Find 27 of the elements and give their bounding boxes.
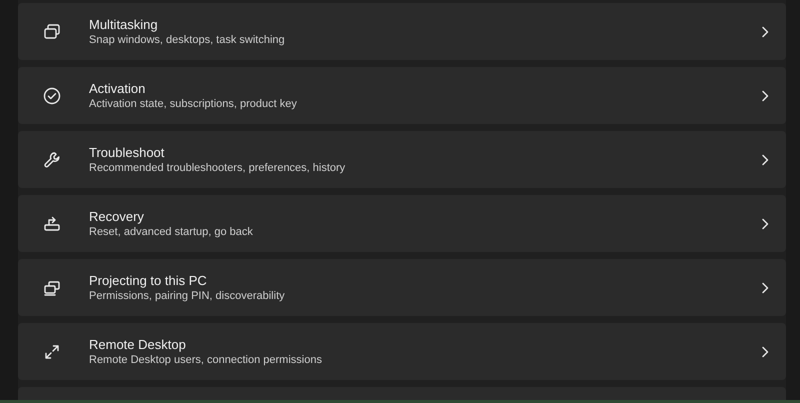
item-description: Reset, advanced startup, go back — [89, 224, 254, 240]
settings-item[interactable]: Troubleshoot Recommended troubleshooters, preferences, history — [18, 131, 786, 188]
item-description: Permissions, pairing PIN, discoverability — [89, 288, 286, 304]
settings-item[interactable]: Projecting to this PC Permissions, pairing PIN, discoverability — [18, 259, 786, 316]
checkmark-circle-icon — [42, 86, 62, 106]
chevron-right-icon — [760, 346, 770, 358]
item-title: Projecting to this PC — [89, 272, 208, 288]
chevron-right-icon — [760, 26, 770, 38]
settings-item[interactable]: Activation Activation state, subscriptions, product key — [18, 67, 786, 124]
settings-item[interactable]: Multitasking Snap windows, desktops, task switching — [18, 3, 786, 60]
chevron-right-icon — [760, 90, 770, 102]
item-description: Activation state, subscriptions, product key — [89, 96, 298, 112]
item-description: Snap windows, desktops, task switching — [89, 32, 286, 48]
settings-item[interactable]: Remote Desktop Remote Desktop users, connection permissions — [18, 323, 786, 380]
windows-icon — [42, 22, 62, 42]
item-title: Activation — [89, 80, 146, 96]
chevron-right-icon — [760, 154, 770, 166]
item-title: Troubleshoot — [89, 144, 166, 160]
chevron-right-icon — [760, 282, 770, 294]
settings-item[interactable]: Recovery Reset, advanced startup, go back — [18, 195, 786, 252]
item-description: Remote Desktop users, connection permissions — [89, 352, 323, 368]
item-title: Recovery — [89, 208, 145, 224]
item-description: Recommended troubleshooters, preferences, history — [89, 160, 346, 176]
item-title: Remote Desktop — [89, 336, 187, 352]
chevron-right-icon — [760, 218, 770, 230]
wrench-icon — [42, 150, 62, 170]
item-title: Multitasking — [89, 16, 159, 32]
